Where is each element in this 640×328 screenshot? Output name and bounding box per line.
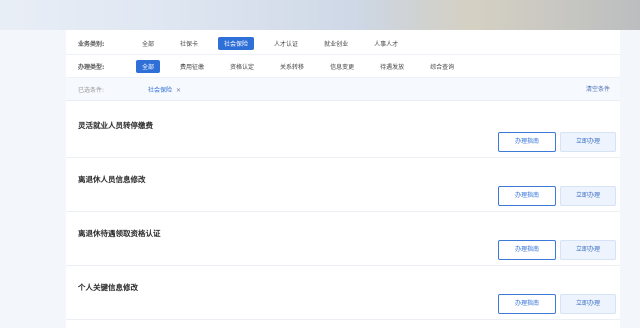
guide-button[interactable]: 办理指南 [498,132,556,152]
list-item: 离退休待遇领取资格认证 办理指南 立即办理 [66,212,620,266]
item-title[interactable]: 灵活就业人员转停缴费 [78,120,153,131]
business-type-social-card[interactable]: 社保卡 [174,37,204,50]
item-title[interactable]: 离退休待遇领取资格认证 [78,228,161,239]
service-panel: 业务类别: 全部 社保卡 社会保险 人才认证 就业创业 人事人才 办理类型: 全… [66,30,620,328]
item-title[interactable]: 离退休人员信息修改 [78,174,146,185]
item-title[interactable]: 个人关键信息修改 [78,282,138,293]
guide-button[interactable]: 办理指南 [498,186,556,206]
guide-button[interactable]: 办理指南 [498,294,556,314]
list-item: 个人关键信息修改 办理指南 立即办理 [66,266,620,320]
handling-type-qualification[interactable]: 资格认定 [224,60,260,73]
apply-button[interactable]: 立即办理 [560,294,616,314]
handling-type-fee-collection[interactable]: 费用征缴 [174,60,210,73]
apply-button[interactable]: 立即办理 [560,240,616,260]
handling-type-benefit[interactable]: 待遇发放 [374,60,410,73]
handling-type-transfer[interactable]: 关系转移 [274,60,310,73]
selected-tag[interactable]: 社会保险 ✕ [148,85,181,94]
business-type-filter: 业务类别: 全部 社保卡 社会保险 人才认证 就业创业 人事人才 [66,32,620,55]
business-type-talent-certification[interactable]: 人才认证 [268,37,304,50]
close-icon[interactable]: ✕ [176,87,181,94]
handling-type-filter: 办理类型: 全部 费用征缴 资格认定 关系转移 信息变更 待遇发放 综合查询 [66,55,620,78]
clear-conditions-link[interactable]: 清空条件 [586,84,610,93]
list-item: 灵活就业人员转停缴费 办理指南 立即办理 [66,104,620,158]
service-list: 灵活就业人员转停缴费 办理指南 立即办理 离退休人员信息修改 办理指南 立即办理… [66,104,620,320]
business-type-all[interactable]: 全部 [136,37,160,50]
handling-type-label: 办理类型: [78,63,105,71]
selected-conditions: 已选条件: 社会保险 ✕ 清空条件 [66,78,620,101]
business-type-label: 业务类别: [78,40,105,48]
selected-conditions-label: 已选条件: [78,86,105,94]
apply-button[interactable]: 立即办理 [560,186,616,206]
guide-button[interactable]: 办理指南 [498,240,556,260]
handling-type-info-change[interactable]: 信息变更 [324,60,360,73]
selected-tag-label: 社会保险 [148,86,173,94]
business-type-personnel[interactable]: 人事人才 [368,37,404,50]
handling-type-query[interactable]: 综合查询 [424,60,460,73]
banner-image [360,0,640,30]
business-type-employment[interactable]: 就业创业 [318,37,354,50]
handling-type-all[interactable]: 全部 [136,59,161,73]
list-item: 离退休人员信息修改 办理指南 立即办理 [66,158,620,212]
header-banner [0,0,640,30]
business-type-social-insurance[interactable]: 社会保险 [218,36,255,50]
apply-button[interactable]: 立即办理 [560,132,616,152]
